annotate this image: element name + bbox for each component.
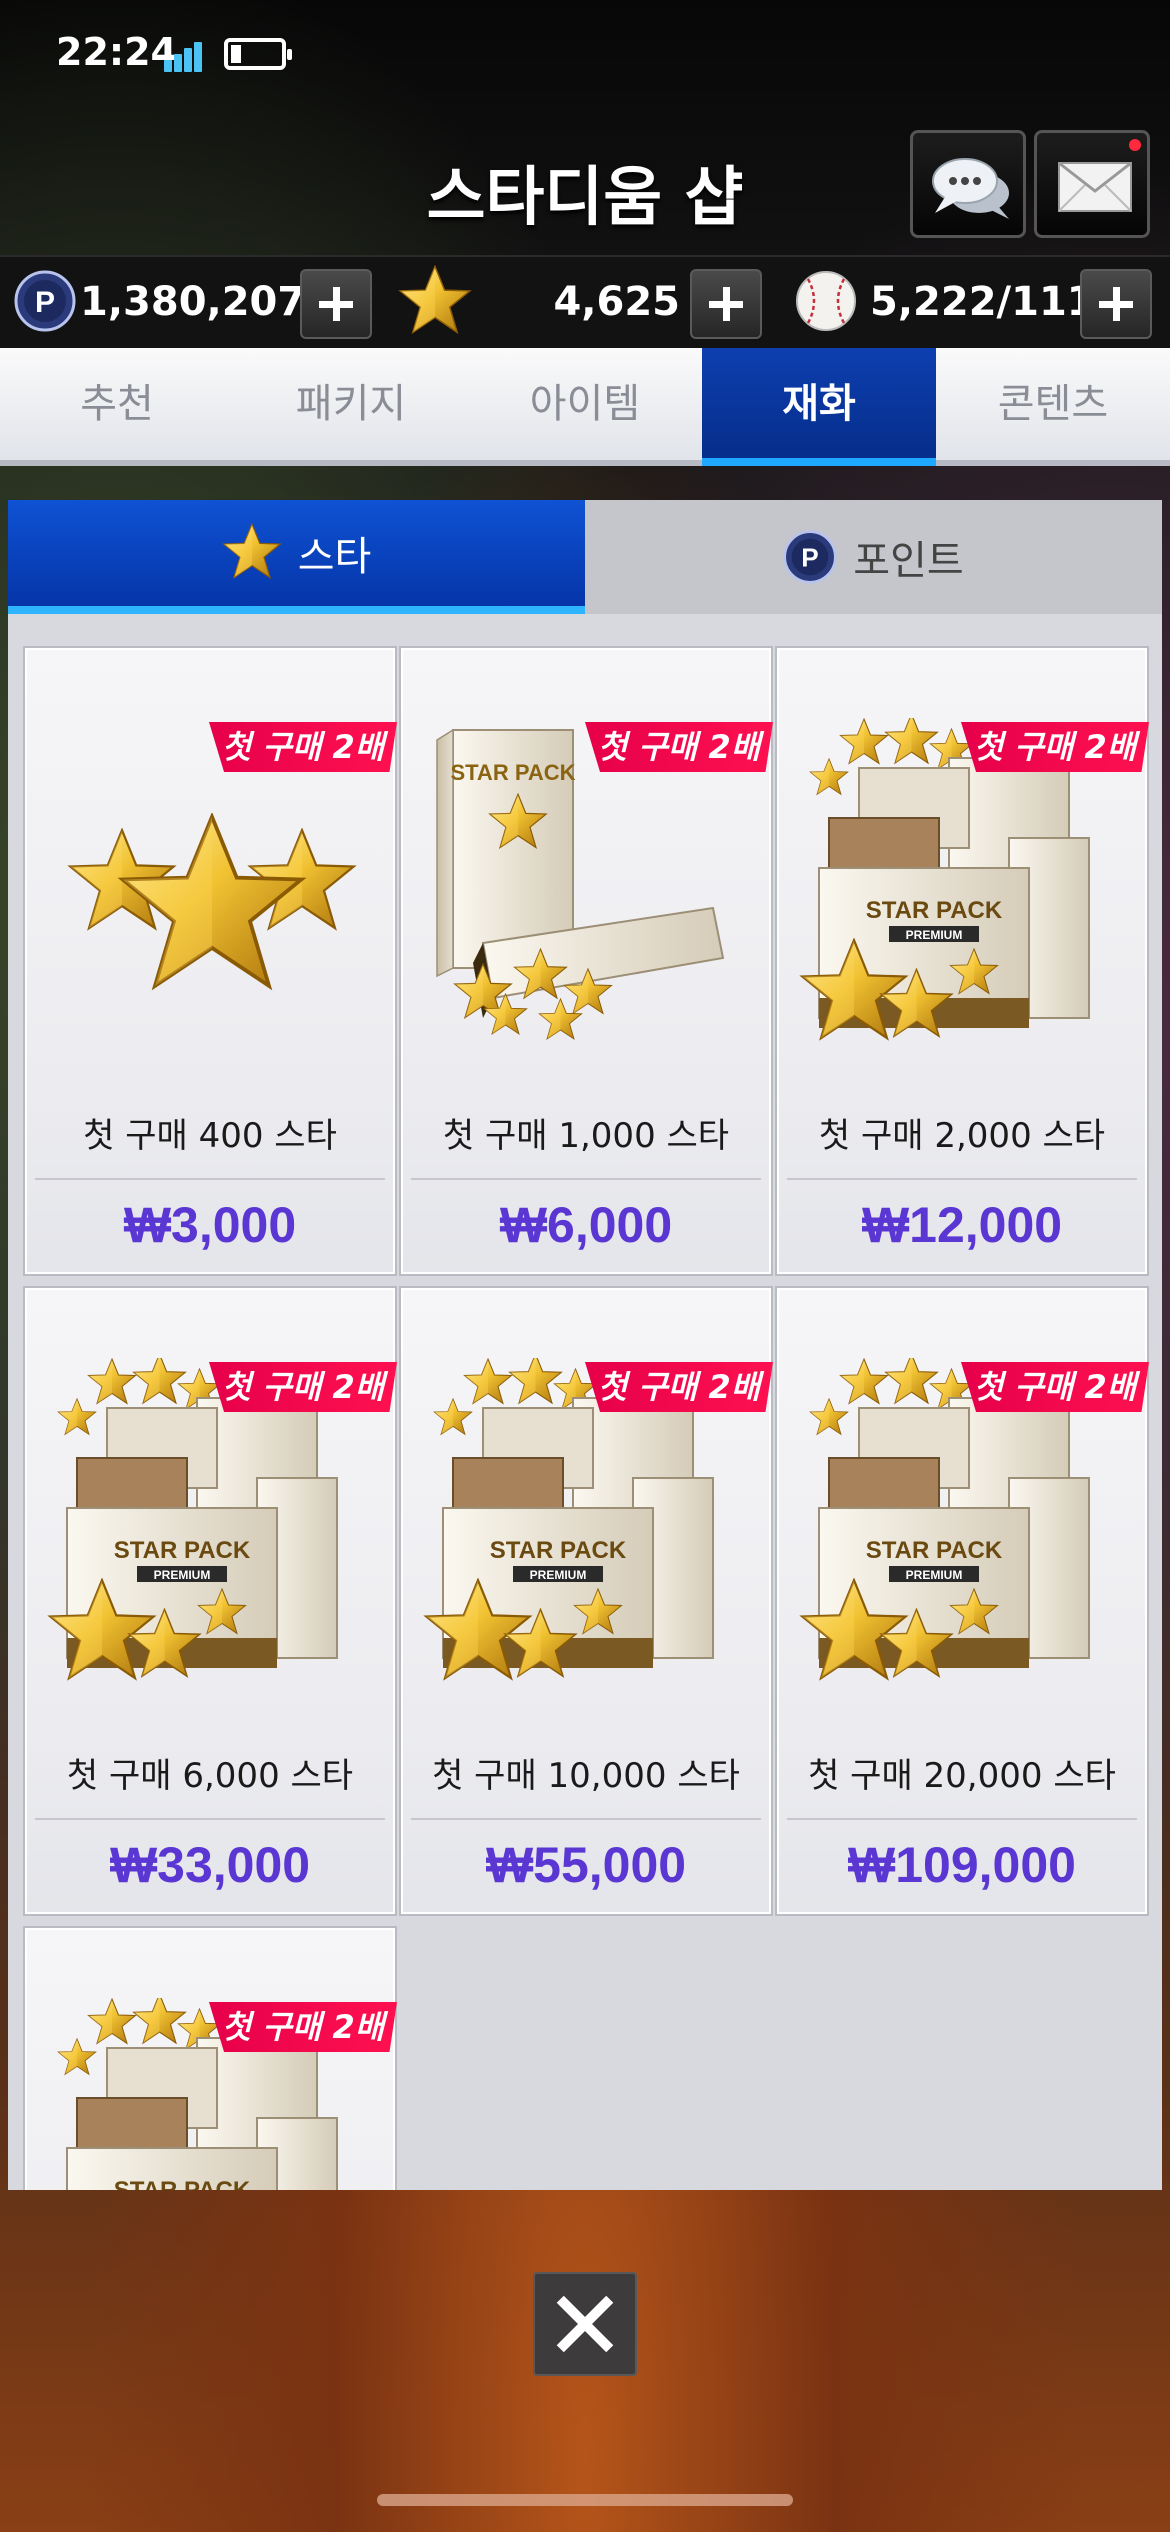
point-coin-icon: P bbox=[14, 270, 76, 332]
currency-bar: P 1,380,207 4,625 5,222/111 bbox=[0, 255, 1170, 348]
product-name: 첫 구매 2,000 스타 bbox=[818, 1116, 1106, 1156]
balls-value: 5,222/111 bbox=[870, 279, 1095, 325]
stars-value: 4,625 bbox=[553, 279, 680, 325]
pack-brand: STAR PACK bbox=[114, 2177, 251, 2190]
star-icon bbox=[222, 523, 281, 579]
subtab-star-label: 스타 bbox=[297, 534, 372, 580]
divider bbox=[411, 1818, 761, 1820]
product-price: ₩33,000 bbox=[109, 1837, 311, 1893]
product-name: 첫 구매 20,000 스타 bbox=[808, 1756, 1116, 1796]
status-time: 22:24 bbox=[56, 30, 177, 74]
chat-button[interactable] bbox=[910, 130, 1026, 238]
star-icon bbox=[399, 265, 471, 334]
subtab-point-label: 포인트 bbox=[853, 538, 964, 584]
pack-brand: STAR PACK bbox=[866, 897, 1003, 924]
pack-brand: STAR PACK bbox=[450, 760, 575, 785]
header: 스타디움 샵 bbox=[0, 110, 1170, 255]
battery-icon bbox=[224, 38, 292, 70]
home-indicator[interactable] bbox=[377, 2494, 793, 2506]
product-price: ₩3,000 bbox=[123, 1197, 297, 1253]
first-purchase-badge: 첫 구매 2배 bbox=[209, 722, 397, 772]
product-price: ₩6,000 bbox=[499, 1197, 673, 1253]
first-purchase-badge: 첫 구매 2배 bbox=[585, 722, 773, 772]
divider bbox=[35, 1178, 385, 1180]
product-card[interactable]: STAR PACK PREMIUM 첫 구매 2배 첫 구매 2,000 스타 … bbox=[775, 646, 1149, 1276]
product-card[interactable]: STAR PACK PREMIUM 첫 구매 2배 첫 구매 10,000 스타… bbox=[399, 1286, 773, 1916]
svg-text:P: P bbox=[802, 543, 819, 573]
pack-tier: PREMIUM bbox=[154, 1568, 211, 1582]
pack-tier: PREMIUM bbox=[906, 928, 963, 942]
tab-currency[interactable]: 재화 bbox=[702, 348, 936, 466]
product-name: 첫 구매 400 스타 bbox=[83, 1116, 337, 1156]
product-card[interactable]: 첫 구매 2배 첫 구매 400 스타 ₩3,000 bbox=[23, 646, 397, 1276]
signal-icon bbox=[164, 38, 210, 72]
first-purchase-badge: 첫 구매 2배 bbox=[209, 2002, 397, 2052]
tab-recommended[interactable]: 추천 bbox=[0, 348, 234, 460]
status-bar: 22:24 bbox=[0, 0, 1170, 110]
product-card[interactable]: STAR PACK 첫 구매 2배 첫 구매 1,000 스타 ₩6,000 bbox=[399, 646, 773, 1276]
svg-text:P: P bbox=[35, 286, 55, 319]
divider bbox=[411, 1178, 761, 1180]
product-card[interactable]: STAR PACK 첫 구매 2배 bbox=[23, 1926, 397, 2190]
first-purchase-badge: 첫 구매 2배 bbox=[961, 1362, 1149, 1412]
pack-brand: STAR PACK bbox=[114, 1537, 251, 1564]
divider bbox=[787, 1818, 1137, 1820]
category-tabs: 추천 패키지 아이템 재화 콘텐츠 bbox=[0, 348, 1170, 466]
sub-tabs: 스타 P 포인트 bbox=[8, 500, 1162, 614]
pack-tier: PREMIUM bbox=[906, 1568, 963, 1582]
mail-icon bbox=[1058, 161, 1132, 212]
pack-brand: STAR PACK bbox=[866, 1537, 1003, 1564]
tab-package[interactable]: 패키지 bbox=[234, 348, 468, 460]
first-purchase-badge: 첫 구매 2배 bbox=[961, 722, 1149, 772]
pack-brand: STAR PACK bbox=[490, 1537, 627, 1564]
divider bbox=[35, 1818, 385, 1820]
points-value: 1,380,207 bbox=[80, 279, 306, 325]
add-balls-button[interactable] bbox=[1080, 269, 1152, 339]
product-price: ₩12,000 bbox=[861, 1197, 1063, 1253]
subtab-point[interactable]: P 포인트 bbox=[585, 500, 1162, 614]
mail-button[interactable] bbox=[1034, 130, 1150, 238]
product-card[interactable]: STAR PACK PREMIUM 첫 구매 2배 첫 구매 6,000 스타 … bbox=[23, 1286, 397, 1916]
product-card[interactable]: STAR PACK PREMIUM 첫 구매 2배 첫 구매 20,000 스타… bbox=[775, 1286, 1149, 1916]
add-points-button[interactable] bbox=[300, 269, 372, 339]
product-name: 첫 구매 1,000 스타 bbox=[442, 1116, 730, 1156]
pack-tier: PREMIUM bbox=[530, 1568, 587, 1582]
notification-dot bbox=[1129, 139, 1141, 151]
first-purchase-badge: 첫 구매 2배 bbox=[585, 1362, 773, 1412]
product-price: ₩55,000 bbox=[485, 1837, 687, 1893]
tab-content[interactable]: 콘텐츠 bbox=[936, 348, 1170, 460]
tab-item[interactable]: 아이템 bbox=[468, 348, 702, 460]
close-button[interactable] bbox=[533, 2272, 637, 2376]
first-purchase-badge: 첫 구매 2배 bbox=[209, 1362, 397, 1412]
point-coin-icon: P bbox=[783, 530, 837, 584]
product-name: 첫 구매 6,000 스타 bbox=[66, 1756, 354, 1796]
baseball-icon bbox=[796, 271, 856, 331]
product-name: 첫 구매 10,000 스타 bbox=[432, 1756, 740, 1796]
subtab-star[interactable]: 스타 bbox=[8, 500, 585, 614]
shop-panel: 스타 P 포인트 첫 구매 2배 첫 구매 400 스타 ₩3,000 STAR… bbox=[8, 500, 1162, 2190]
chat-icon bbox=[932, 158, 1009, 219]
product-price: ₩109,000 bbox=[848, 1837, 1076, 1893]
add-stars-button[interactable] bbox=[690, 269, 762, 339]
divider bbox=[787, 1178, 1137, 1180]
